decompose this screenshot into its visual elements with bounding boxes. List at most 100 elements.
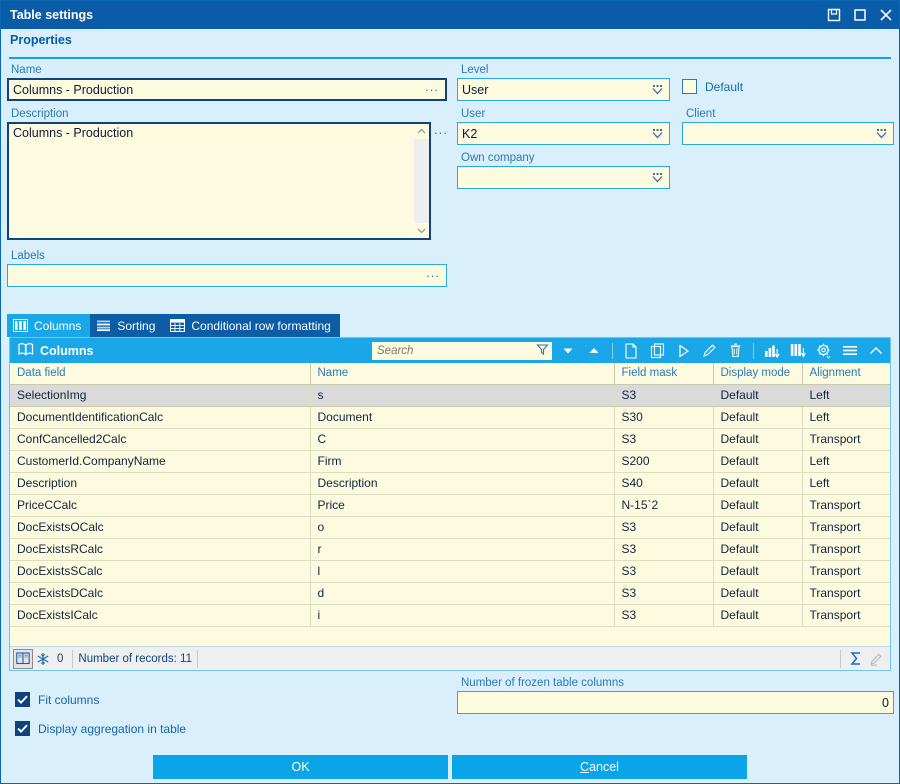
new-document-icon[interactable] xyxy=(621,340,641,362)
table-body: SelectionImg s S3 Default Left DocumentI… xyxy=(10,384,890,626)
close-icon[interactable] xyxy=(873,1,899,29)
labels-input[interactable]: ... xyxy=(7,264,447,287)
cell-name: l xyxy=(310,560,614,582)
chevron-down-icon[interactable] xyxy=(874,125,889,143)
cell-alignment: Transport xyxy=(802,604,890,626)
save-icon[interactable] xyxy=(821,1,847,29)
scroll-up-icon[interactable] xyxy=(414,124,429,139)
snowflake-icon[interactable] xyxy=(33,649,53,669)
table-row[interactable]: SelectionImg s S3 Default Left xyxy=(10,384,890,406)
fit-columns-checkbox[interactable] xyxy=(15,692,30,707)
description-browse-button[interactable]: ... xyxy=(432,125,450,140)
record-count-text: Number of records: 11 xyxy=(78,653,192,665)
frozen-columns-input[interactable]: 0 xyxy=(457,691,894,714)
fit-columns-row[interactable]: Fit columns xyxy=(15,692,99,707)
chevron-down-icon[interactable] xyxy=(650,125,665,143)
sort-descending-icon[interactable] xyxy=(558,340,578,362)
cell-field-mask: S3 xyxy=(614,538,713,560)
cell-alignment: Transport xyxy=(802,516,890,538)
cell-name: s xyxy=(310,384,614,406)
book-icon xyxy=(18,342,34,360)
edit-pencil-icon[interactable] xyxy=(699,340,719,362)
dialog-buttons: OK Cancel xyxy=(1,753,899,783)
client-select[interactable] xyxy=(682,122,894,145)
name-input[interactable]: Columns - Production ... xyxy=(7,78,447,101)
cell-field-mask: S3 xyxy=(614,582,713,604)
description-field-group: Columns - Production xyxy=(7,122,431,240)
gear-icon[interactable] xyxy=(814,340,834,362)
tab-columns[interactable]: Columns xyxy=(7,314,90,337)
cancel-button[interactable]: Cancel xyxy=(452,755,747,779)
columns-table-area: Data field Name Field mask Display mode … xyxy=(10,363,890,646)
delete-trash-icon[interactable] xyxy=(725,340,745,362)
cell-display-mode: Default xyxy=(713,516,802,538)
table-row[interactable]: DocumentIdentificationCalc Document S30 … xyxy=(10,406,890,428)
column-header-alignment[interactable]: Alignment xyxy=(802,363,890,384)
cell-field-mask: S40 xyxy=(614,472,713,494)
display-aggregation-row[interactable]: Display aggregation in table xyxy=(15,721,186,736)
menu-hamburger-icon[interactable] xyxy=(840,340,860,362)
cell-display-mode: Default xyxy=(713,384,802,406)
table-row[interactable]: DocExistsRCalc r S3 Default Transport xyxy=(10,538,890,560)
cell-data-field: PriceCCalc xyxy=(10,494,310,516)
cell-name: C xyxy=(310,428,614,450)
cell-data-field: DocExistsSCalc xyxy=(10,560,310,582)
table-row[interactable]: CustomerId.CompanyName Firm S200 Default… xyxy=(10,450,890,472)
fit-columns-label: Fit columns xyxy=(38,693,99,707)
column-header-data-field[interactable]: Data field xyxy=(10,363,310,384)
tab-conditional-row-formatting-label: Conditional row formatting xyxy=(191,319,330,333)
default-checkbox-row[interactable]: Default xyxy=(682,79,743,94)
table-row[interactable]: DocExistsICalc i S3 Default Transport xyxy=(10,604,890,626)
level-select[interactable]: User xyxy=(457,78,670,101)
tab-sorting[interactable]: Sorting xyxy=(90,314,164,337)
display-aggregation-checkbox[interactable] xyxy=(15,721,30,736)
scrollbar-track[interactable] xyxy=(414,139,429,223)
default-checkbox-label: Default xyxy=(705,80,743,94)
cell-data-field: DocExistsDCalc xyxy=(10,582,310,604)
sort-ascending-icon[interactable] xyxy=(584,340,604,362)
own-company-select[interactable] xyxy=(457,166,670,189)
column-header-display-mode[interactable]: Display mode xyxy=(713,363,802,384)
cell-name: o xyxy=(310,516,614,538)
grid-panel-title: Columns xyxy=(40,344,93,358)
scroll-down-icon[interactable] xyxy=(414,223,429,238)
name-label: Name xyxy=(9,61,42,79)
funnel-icon[interactable] xyxy=(536,343,549,359)
default-checkbox[interactable] xyxy=(682,79,697,94)
table-row[interactable]: Description Description S40 Default Left xyxy=(10,472,890,494)
labels-label: Labels xyxy=(9,247,45,265)
collapse-chevron-icon[interactable] xyxy=(866,340,886,362)
labels-browse-button[interactable]: ... xyxy=(424,268,442,283)
table-row[interactable]: DocExistsSCalc l S3 Default Transport xyxy=(10,560,890,582)
table-row[interactable]: PriceCCalc Price N-15`2 Default Transpor… xyxy=(10,494,890,516)
sorting-icon xyxy=(96,319,111,332)
table-row[interactable]: DocExistsDCalc d S3 Default Transport xyxy=(10,582,890,604)
toolbar-separator xyxy=(612,343,613,359)
maximize-icon[interactable] xyxy=(847,1,873,29)
cell-alignment: Left xyxy=(802,406,890,428)
chevron-down-icon[interactable] xyxy=(650,169,665,187)
search-input[interactable]: Search xyxy=(372,342,552,360)
toolbar-separator xyxy=(753,343,754,359)
cell-display-mode: Default xyxy=(713,560,802,582)
column-header-name[interactable]: Name xyxy=(310,363,614,384)
tab-conditional-row-formatting[interactable]: Conditional row formatting xyxy=(164,314,339,337)
description-scrollbar[interactable] xyxy=(414,124,429,238)
copy-icon[interactable] xyxy=(647,340,667,362)
table-row[interactable]: DocExistsOCalc o S3 Default Transport xyxy=(10,516,890,538)
cancel-label-rest: ancel xyxy=(589,760,619,774)
grid-status-bar: 0 Number of records: 11 xyxy=(10,646,890,670)
description-textarea[interactable]: Columns - Production xyxy=(7,122,431,240)
name-browse-button[interactable]: ... xyxy=(423,82,441,97)
columns-settings-icon[interactable] xyxy=(788,340,808,362)
table-row[interactable]: ConfCancelled2Calc C S3 Default Transpor… xyxy=(10,428,890,450)
chart-export-icon[interactable] xyxy=(762,340,782,362)
book-view-icon[interactable] xyxy=(13,649,33,669)
sigma-icon[interactable] xyxy=(846,649,866,669)
column-header-field-mask[interactable]: Field mask xyxy=(614,363,713,384)
user-label: User xyxy=(459,105,485,123)
ok-button[interactable]: OK xyxy=(153,755,448,779)
run-icon[interactable] xyxy=(673,340,693,362)
chevron-down-icon[interactable] xyxy=(650,81,665,99)
user-select[interactable]: K2 xyxy=(457,122,670,145)
